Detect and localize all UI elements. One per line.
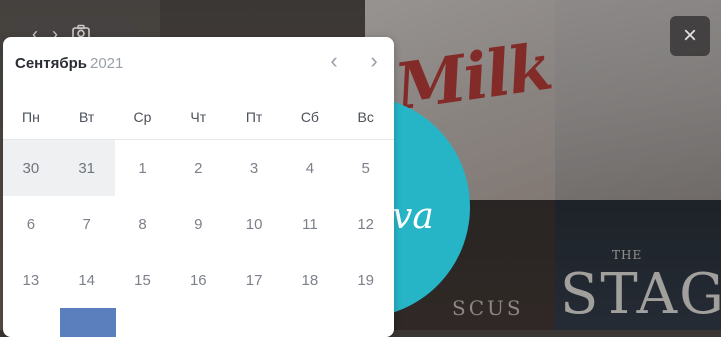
calendar-day-cell[interactable]: 15 (115, 252, 171, 308)
calendar-month: Сентябрь (15, 55, 87, 72)
chevron-right-icon: › (370, 48, 378, 73)
prev-month-button[interactable]: ‹ (322, 48, 346, 73)
close-button[interactable]: × (670, 16, 710, 56)
calendar-day-cell[interactable]: 10 (226, 196, 282, 252)
calendar-week-row: 30 31 1 2 3 4 5 (3, 140, 394, 196)
calendar-day-cell[interactable]: 4 (282, 140, 338, 196)
close-icon: × (682, 22, 697, 49)
calendar-year: 2021 (89, 55, 124, 72)
calendar-day-cell[interactable]: 6 (3, 196, 59, 252)
calendar-day-cell[interactable]: 1 (115, 140, 171, 196)
calendar-day-cell[interactable]: 14 (59, 252, 115, 308)
calendar-day-grid: 30 31 1 2 3 4 5 6 7 8 9 10 11 12 13 14 1… (3, 140, 394, 308)
calendar-day-cell[interactable]: 17 (226, 252, 282, 308)
calendar-week-row: 13 14 15 16 17 18 19 (3, 252, 394, 308)
weekday-sun: Вс (357, 109, 374, 125)
calendar-day-cell[interactable]: 12 (338, 196, 394, 252)
calendar-day-cell[interactable]: 11 (282, 196, 338, 252)
calendar-day-cell[interactable]: 30 (3, 140, 59, 196)
weekday-sat: Сб (300, 109, 319, 125)
calendar-day-cell[interactable]: 7 (59, 196, 115, 252)
calendar-month-year-header[interactable]: Сентябрь 2021 (15, 55, 123, 72)
weekday-header-row: Пн Вт Ср Чт Пт Сб Вс (3, 97, 394, 137)
calendar-day-cell[interactable]: 16 (170, 252, 226, 308)
calendar-week-row: 6 7 8 9 10 11 12 (3, 196, 394, 252)
weekday-tue: Вт (79, 109, 95, 125)
date-picker-calendar: Сентябрь 2021 ‹ › Пн Вт Ср Чт Пт Сб Вс 30… (3, 37, 394, 337)
calendar-day-cell[interactable]: 19 (338, 252, 394, 308)
calendar-day-cell[interactable]: 5 (338, 140, 394, 196)
calendar-day-cell[interactable]: 13 (3, 252, 59, 308)
calendar-day-cell[interactable]: 18 (282, 252, 338, 308)
calendar-day-cell[interactable]: 9 (170, 196, 226, 252)
next-month-button[interactable]: › (362, 48, 386, 73)
calendar-day-cell[interactable]: 3 (226, 140, 282, 196)
selected-day-highlight[interactable] (60, 308, 116, 337)
chevron-left-icon: ‹ (330, 48, 338, 73)
weekday-fri: Пт (245, 109, 263, 125)
teal-logo-text: va (392, 196, 434, 237)
weekday-thu: Чт (190, 109, 207, 125)
calendar-day-cell[interactable]: 2 (170, 140, 226, 196)
calendar-day-cell[interactable]: 8 (115, 196, 171, 252)
weekday-mon: Пн (22, 109, 40, 125)
calendar-day-cell[interactable]: 31 (58, 140, 115, 196)
weekday-wed: Ср (133, 109, 152, 125)
